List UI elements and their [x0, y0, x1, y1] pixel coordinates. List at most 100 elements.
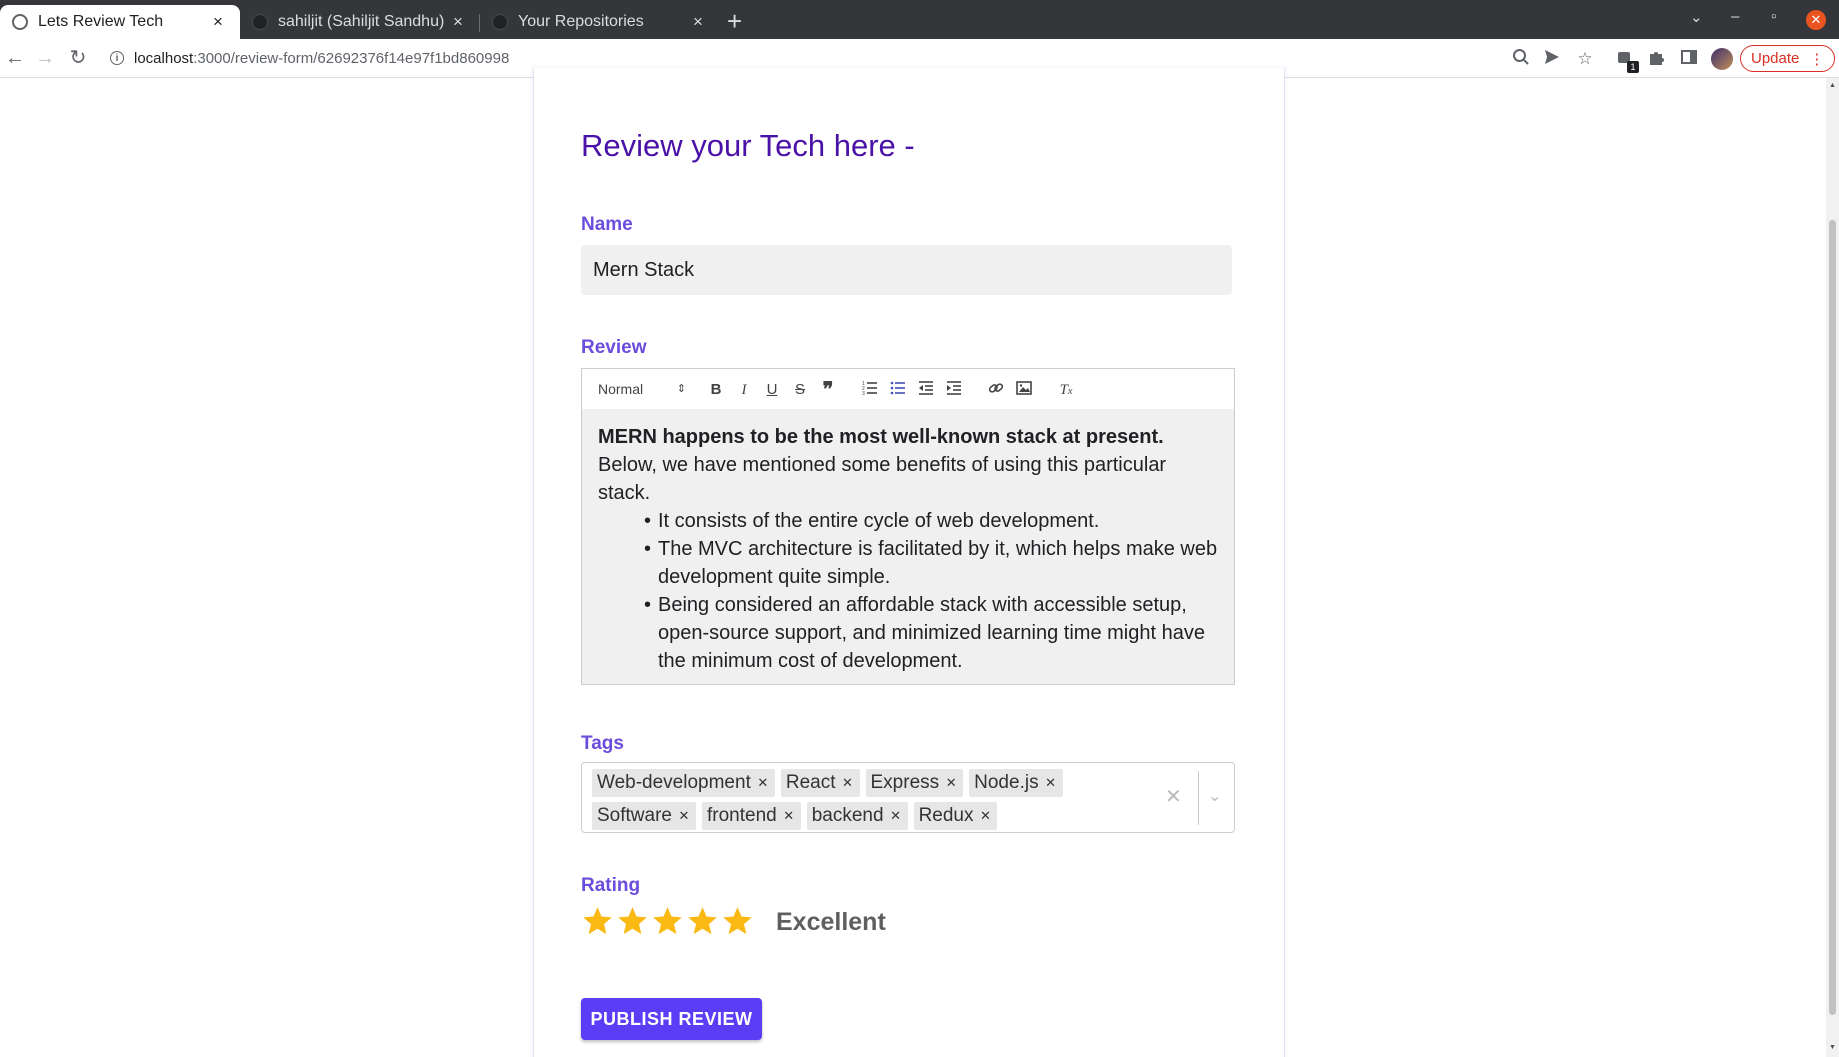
remove-tag-icon[interactable]: ✕ [672, 808, 696, 824]
bold-icon[interactable]: B [706, 380, 726, 400]
editor-intro: MERN happens to be the most well-known s… [598, 423, 1218, 507]
page-title: Review your Tech here - [581, 128, 915, 163]
tab-your-repositories[interactable]: Your Repositories × [480, 5, 720, 39]
tab-close-icon[interactable]: × [448, 12, 468, 32]
remove-tag-icon[interactable]: ✕ [777, 808, 801, 824]
tag-chip: React ✕ [780, 769, 860, 797]
tab-sahiljit[interactable]: sahiljit (Sahiljit Sandhu) × [240, 5, 480, 39]
svg-text:3: 3 [862, 391, 865, 396]
tab-title: Lets Review Tech [38, 13, 164, 30]
link-icon[interactable] [986, 380, 1006, 400]
github-icon [252, 14, 268, 30]
heading-select[interactable]: Normal ⇕ [598, 381, 686, 397]
back-icon[interactable]: ← [3, 46, 27, 70]
remove-tag-icon[interactable]: ✕ [973, 808, 997, 824]
bookmark-star-icon[interactable]: ☆ [1574, 48, 1596, 70]
scroll-up-icon[interactable]: ▲ [1828, 82, 1837, 89]
remove-tag-icon[interactable]: ✕ [939, 775, 963, 791]
chevron-down-icon[interactable]: ⌄ [1208, 787, 1221, 807]
tag-label: React [785, 772, 836, 793]
tag-label: Node.js [974, 772, 1039, 793]
star-icon[interactable] [686, 905, 719, 938]
clear-tags-icon[interactable]: ✕ [1165, 785, 1182, 809]
editor-intro-text: Below, we have mentioned some benefits o… [598, 454, 1167, 504]
side-panel-icon[interactable] [1678, 48, 1700, 72]
url-host: localhost [134, 49, 194, 67]
italic-icon[interactable]: I [734, 380, 754, 400]
maximize-icon[interactable]: ▫ [1771, 8, 1776, 25]
star-icon[interactable] [616, 905, 649, 938]
tag-chips: Web-development ✕ React ✕ Express ✕ Node.js… [592, 769, 1172, 830]
zoom-icon[interactable] [1510, 48, 1532, 72]
heading-select-value: Normal [598, 381, 644, 397]
tab-lets-review-tech[interactable]: Lets Review Tech × [0, 5, 240, 39]
blockquote-icon[interactable]: ❞ [818, 380, 838, 400]
window-close-icon[interactable]: ✕ [1806, 10, 1826, 30]
scrollbar[interactable]: ▲ ▼ [1826, 78, 1839, 1057]
tab-close-icon[interactable]: × [688, 12, 708, 32]
editor-intro-bold: MERN happens to be the most well-known s… [598, 426, 1164, 448]
remove-tag-icon[interactable]: ✕ [1039, 775, 1063, 791]
tag-label: Redux [918, 805, 974, 826]
puzzle-icon[interactable] [1645, 48, 1667, 72]
tag-label: Software [597, 805, 672, 826]
star-icon[interactable] [581, 905, 614, 938]
forward-icon[interactable]: → [33, 46, 57, 70]
minimize-icon[interactable]: – [1731, 8, 1739, 25]
tag-chip: backend ✕ [806, 802, 908, 830]
new-tab-button[interactable]: + [727, 8, 742, 34]
name-label: Name [581, 214, 633, 235]
bullet-list-icon[interactable] [888, 380, 908, 400]
scroll-down-icon[interactable]: ▼ [1828, 1044, 1837, 1051]
profile-avatar[interactable] [1711, 48, 1733, 70]
star-rating[interactable] [581, 905, 754, 938]
ordered-list-icon[interactable]: 123 [860, 380, 880, 400]
reload-icon[interactable]: ↻ [66, 46, 90, 70]
remove-tag-icon[interactable]: ✕ [751, 775, 775, 791]
remove-tag-icon[interactable]: ✕ [836, 775, 860, 791]
site-info-icon[interactable]: i [110, 51, 124, 65]
remove-tag-icon[interactable]: ✕ [884, 808, 908, 824]
rating-label: Rating [581, 875, 641, 896]
strike-icon[interactable]: S [790, 380, 810, 400]
tag-chip: Web-development ✕ [592, 769, 775, 797]
extension-badge: 1 [1627, 61, 1639, 73]
review-editor[interactable]: MERN happens to be the most well-known s… [581, 409, 1235, 685]
list-item: The MVC architecture is facilitated by i… [644, 535, 1218, 591]
image-icon[interactable] [1014, 380, 1034, 400]
github-icon [492, 14, 508, 30]
tab-title: Your Repositories [518, 13, 644, 30]
clean-format-icon[interactable]: Tx [1056, 380, 1076, 400]
tab-title: sahiljit (Sahiljit Sandhu) [278, 13, 445, 30]
list-item: It consists of the entire cycle of web d… [644, 507, 1218, 535]
publish-review-button[interactable]: PUBLISH REVIEW [581, 998, 762, 1040]
more-menu-icon[interactable]: ⋮ [1809, 50, 1824, 68]
tag-chip: Redux ✕ [913, 802, 998, 830]
tag-label: Express [870, 772, 940, 793]
scrollbar-thumb[interactable] [1829, 220, 1836, 1015]
name-input[interactable] [581, 245, 1232, 295]
send-icon[interactable] [1541, 48, 1563, 72]
globe-icon [12, 14, 28, 30]
tag-chip: Node.js ✕ [969, 769, 1063, 797]
tag-label: frontend [706, 805, 777, 826]
star-icon[interactable] [721, 905, 754, 938]
underline-icon[interactable]: U [762, 380, 782, 400]
update-button[interactable]: Update ⋮ [1740, 45, 1836, 72]
tags-select[interactable]: Web-development ✕ React ✕ Express ✕ Node.js… [581, 762, 1235, 833]
url-path: :3000/review-form/62692376f14e97f1bd8609… [193, 49, 510, 67]
tag-label: backend [811, 805, 884, 826]
rating-text: Excellent [776, 908, 886, 936]
indent-increase-icon[interactable] [944, 380, 964, 400]
star-icon[interactable] [651, 905, 684, 938]
tags-indicator-separator [1198, 771, 1199, 825]
update-label: Update [1751, 50, 1800, 67]
select-arrows-icon: ⇕ [676, 383, 686, 395]
page-viewport: Review your Tech here - Name Review Norm… [0, 68, 1826, 1057]
tab-close-icon[interactable]: × [208, 12, 228, 32]
tab-list-icon[interactable]: ⌄ [1690, 8, 1703, 26]
tag-chip: Express ✕ [865, 769, 964, 797]
indent-decrease-icon[interactable] [916, 380, 936, 400]
editor-bullet-list: It consists of the entire cycle of web d… [644, 507, 1218, 675]
editor-toolbar: Normal ⇕ B I U S ❞ 123 Tx [581, 368, 1235, 410]
